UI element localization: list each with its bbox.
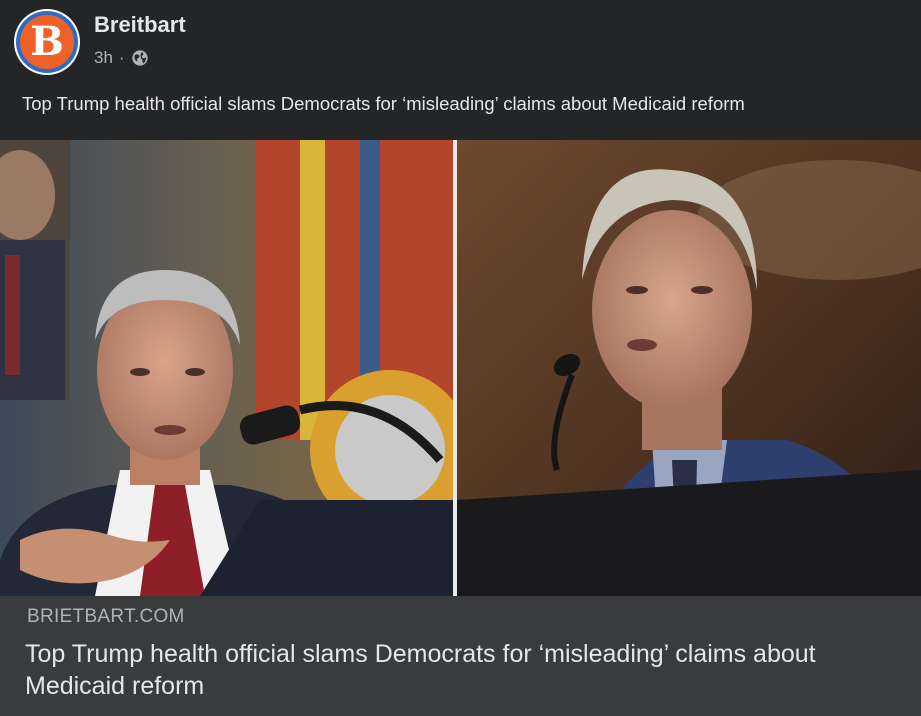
page-name-link[interactable]: Breitbart	[94, 12, 186, 38]
link-domain: BRIETBART.COM	[27, 606, 185, 627]
avatar-ring: B	[16, 11, 78, 73]
photo-left-speaker	[0, 140, 453, 596]
breitbart-logo-icon: B	[20, 15, 74, 69]
page-avatar[interactable]: B	[14, 9, 80, 75]
post-caption: Top Trump health official slams Democrat…	[22, 93, 745, 114]
post-timestamp[interactable]: 3h	[94, 48, 113, 68]
globe-icon[interactable]	[131, 49, 149, 67]
post-meta: 3h ·	[94, 48, 149, 68]
post-header: B Breitbart 3h ·	[0, 0, 921, 90]
photo-right-speaker	[457, 140, 921, 596]
link-preview-image[interactable]	[0, 140, 921, 596]
meta-separator: ·	[118, 48, 125, 67]
link-title[interactable]: Top Trump health official slams Democrat…	[25, 638, 885, 702]
link-preview-footer[interactable]: BRIETBART.COM Top Trump health official …	[0, 596, 921, 716]
facebook-post: B Breitbart 3h · Top Trump health offici…	[0, 0, 921, 716]
